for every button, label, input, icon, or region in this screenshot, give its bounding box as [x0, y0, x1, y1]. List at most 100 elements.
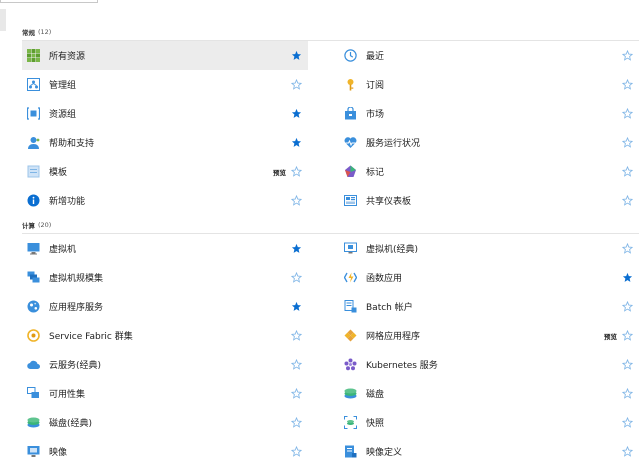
service-label: 可用性集 [49, 390, 86, 400]
service-label: 磁盘 [366, 390, 385, 400]
cloud-service-icon [27, 358, 40, 371]
favorite-star-outline-icon[interactable] [622, 137, 633, 148]
service-item[interactable]: 可用性集 [22, 379, 308, 408]
service-item[interactable]: 标记 [339, 157, 639, 186]
vm-scale-set-icon [27, 271, 40, 284]
service-item[interactable]: Service Fabric 群集 [22, 321, 308, 350]
service-label: 最近 [366, 52, 385, 62]
marketplace-icon [344, 107, 357, 120]
info-icon [27, 194, 40, 207]
favorite-star-outline-icon[interactable] [622, 195, 633, 206]
service-label: 磁盘(经典) [49, 419, 93, 429]
favorite-star-outline-icon[interactable] [622, 50, 633, 61]
kubernetes-icon [344, 358, 357, 371]
service-item[interactable]: 磁盘(经典) [22, 408, 308, 437]
service-item[interactable]: 网格应用程序 预览 [339, 321, 639, 350]
side-panel-edge [0, 9, 6, 31]
availability-set-icon [27, 387, 40, 400]
favorite-star-outline-icon[interactable] [622, 108, 633, 119]
favorite-star-outline-icon[interactable] [291, 330, 302, 341]
favorite-star-outline-icon[interactable] [622, 446, 633, 457]
favorite-star-outline-icon[interactable] [291, 166, 302, 177]
favorite-star-outline-icon[interactable] [291, 446, 302, 457]
service-item[interactable]: 虚拟机 [22, 234, 308, 263]
service-item[interactable]: Batch 帐户 [339, 292, 639, 321]
favorite-star-outline-icon[interactable] [622, 417, 633, 428]
image-definition-icon [344, 445, 357, 458]
service-label: 快照 [366, 419, 385, 429]
favorite-star-outline-icon[interactable] [291, 79, 302, 90]
service-item[interactable]: 服务运行状况 [339, 128, 639, 157]
service-item[interactable]: 新增功能 [22, 186, 308, 215]
service-label: 帮助和支持 [49, 139, 95, 149]
service-label: 所有资源 [49, 52, 86, 62]
favorite-star-outline-icon[interactable] [291, 388, 302, 399]
search-box-edge[interactable] [0, 0, 98, 3]
service-item[interactable]: 函数应用 [339, 263, 639, 292]
batch-icon [344, 300, 357, 313]
service-label: 资源组 [49, 110, 77, 120]
service-label: 网格应用程序 [366, 332, 421, 342]
service-label: 标记 [366, 168, 385, 178]
service-item[interactable]: 云服务(经典) [22, 350, 308, 379]
service-item[interactable]: 模板 预览 [22, 157, 308, 186]
service-label: 映像定义 [366, 448, 403, 458]
service-item[interactable]: 虚拟机(经典) [339, 234, 639, 263]
service-item[interactable]: 快照 [339, 408, 639, 437]
service-label: Batch 帐户 [366, 303, 413, 313]
favorite-star-outline-icon[interactable] [291, 195, 302, 206]
preview-badge: 预览 [604, 332, 617, 341]
favorite-star-filled-icon[interactable] [291, 243, 302, 254]
help-support-icon [27, 136, 40, 149]
image-icon [27, 445, 40, 458]
favorite-star-filled-icon[interactable] [622, 272, 633, 283]
favorite-star-outline-icon[interactable] [291, 272, 302, 283]
all-resources-icon [27, 49, 40, 62]
clock-icon [344, 49, 357, 62]
service-item[interactable]: 虚拟机规模集 [22, 263, 308, 292]
favorite-star-outline-icon[interactable] [622, 166, 633, 177]
favorite-star-outline-icon[interactable] [622, 301, 633, 312]
favorite-star-outline-icon[interactable] [622, 79, 633, 90]
service-item[interactable]: 管理组 [22, 70, 308, 99]
service-label: 云服务(经典) [49, 361, 102, 371]
section-title: 计算 [22, 222, 35, 230]
favorite-star-filled-icon[interactable] [291, 137, 302, 148]
service-item[interactable]: 应用程序服务 [22, 292, 308, 321]
service-item[interactable]: 磁盘 [339, 379, 639, 408]
service-item[interactable]: 资源组 [22, 99, 308, 128]
app-service-icon [27, 300, 40, 313]
management-group-icon [27, 78, 40, 91]
service-item[interactable]: 映像定义 [339, 437, 639, 466]
favorite-star-outline-icon[interactable] [622, 388, 633, 399]
service-item[interactable]: Kubernetes 服务 [339, 350, 639, 379]
service-label: 应用程序服务 [49, 303, 104, 313]
disk-classic-icon [27, 416, 40, 429]
favorite-star-outline-icon[interactable] [622, 330, 633, 341]
service-item[interactable]: 帮助和支持 [22, 128, 308, 157]
service-label: 虚拟机(经典) [366, 245, 419, 255]
resource-group-icon [27, 107, 40, 120]
service-label: 服务运行状况 [366, 139, 421, 149]
favorite-star-filled-icon[interactable] [291, 50, 302, 61]
service-item[interactable]: 订阅 [339, 70, 639, 99]
service-label: Service Fabric 群集 [49, 332, 133, 342]
service-item[interactable]: 共享仪表板 [339, 186, 639, 215]
favorite-star-outline-icon[interactable] [622, 243, 633, 254]
mesh-app-icon [344, 329, 357, 342]
favorite-star-outline-icon[interactable] [291, 359, 302, 370]
favorite-star-outline-icon[interactable] [291, 417, 302, 428]
snapshot-icon [344, 416, 357, 429]
favorite-star-filled-icon[interactable] [291, 301, 302, 312]
service-item[interactable]: 所有资源 [22, 41, 308, 70]
service-item[interactable]: 映像 [22, 437, 308, 466]
heart-pulse-icon [344, 136, 357, 149]
service-item[interactable]: 最近 [339, 41, 639, 70]
disk-icon [344, 387, 357, 400]
favorite-star-filled-icon[interactable] [291, 108, 302, 119]
service-item[interactable]: 市场 [339, 99, 639, 128]
service-label: 新增功能 [49, 197, 86, 207]
section-header: 计算 (20) [22, 217, 639, 233]
section-grid: 所有资源 最近管理组 订阅资源组 市场帮助和支持 服务运行状况模板 预览 标记新增功能 共享仪… [22, 41, 639, 215]
favorite-star-outline-icon[interactable] [622, 359, 633, 370]
